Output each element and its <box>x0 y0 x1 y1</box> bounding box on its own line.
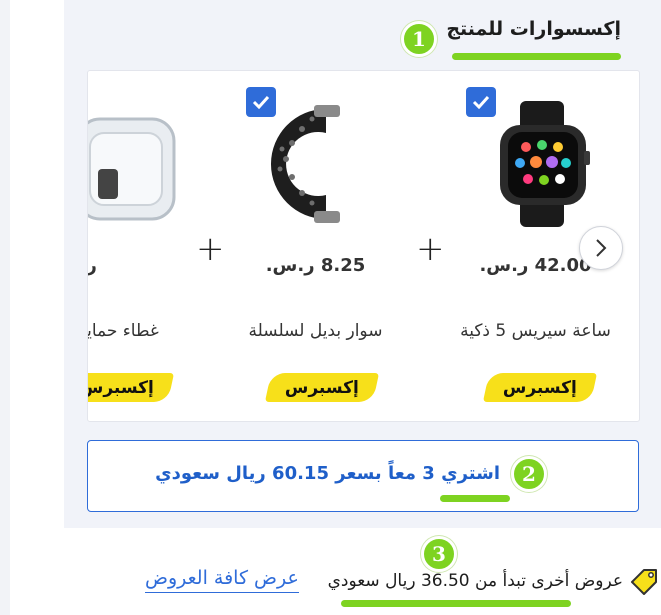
chevron-right-icon <box>596 239 607 257</box>
other-offers-text: عروض أخرى تبدأ من 36.50 ريال سعودي <box>327 571 623 591</box>
carousel-next-button[interactable] <box>579 226 623 270</box>
express-badge: إكسبرس <box>88 373 175 402</box>
watch-band-image[interactable] <box>266 99 396 229</box>
product-name[interactable]: غطاء حماية <box>88 321 159 341</box>
section-title: إكسسوارات للمنتج <box>446 18 621 40</box>
express-badge: إكسبرس <box>482 373 598 402</box>
title-underline <box>452 53 621 60</box>
product-card[interactable]: 8.25 ر.س. سوار بديل لسلسلة إكسبرس <box>228 71 403 421</box>
buy-bundle-button[interactable]: اشتري 3 معاً بسعر 60.15 ريال سعودي <box>87 440 639 512</box>
express-badge: إكسبرس <box>264 373 380 402</box>
price-tag-icon <box>628 566 660 596</box>
product-price: 8.25 ر.س. <box>265 255 366 276</box>
bundle-underline <box>440 495 510 502</box>
product-name[interactable]: ساعة سيريس 5 ذكية <box>448 321 623 341</box>
smartwatch-image[interactable] <box>476 99 606 229</box>
left-gutter <box>0 0 10 615</box>
product-name[interactable]: سوار بديل لسلسلة <box>228 321 403 341</box>
product-price: ر.س. <box>87 255 97 276</box>
plus-icon: + <box>196 229 225 269</box>
product-card[interactable]: ر.س. غطاء حماية إكسبرس <box>87 71 183 421</box>
clear-case-image[interactable] <box>88 99 178 229</box>
view-all-offers-link[interactable]: عرض كافة العروض <box>145 567 299 593</box>
step-badge-3: 3 <box>421 536 457 572</box>
step-badge-2: 2 <box>511 456 547 492</box>
step-badge-1: 1 <box>401 21 437 57</box>
offers-underline <box>341 600 571 607</box>
accessories-carousel: 42.00 ر.س. ساعة سيريس 5 ذكية إكسبرس + 8.… <box>87 70 640 422</box>
plus-icon: + <box>416 229 445 269</box>
bundle-label: اشتري 3 معاً بسعر 60.15 ريال سعودي <box>155 463 500 484</box>
